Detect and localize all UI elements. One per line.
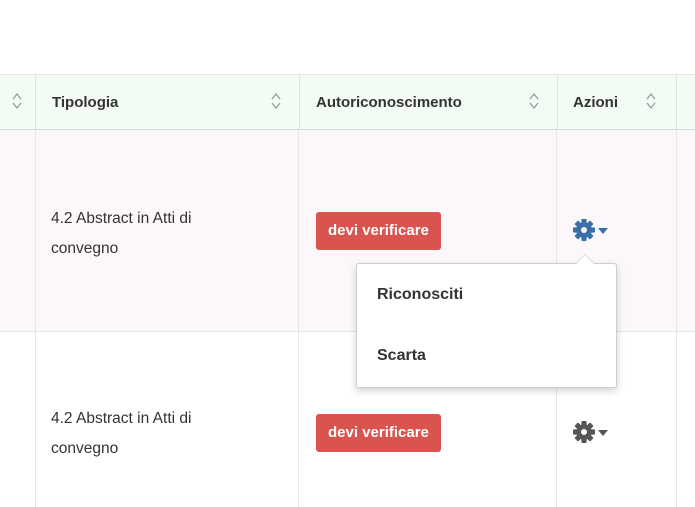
tipologia-line: 4.2 Abstract in Atti di: [51, 410, 192, 427]
tipologia-cell: 4.2 Abstract in Atti di convegno: [51, 204, 191, 264]
column-divider: [298, 130, 299, 331]
column-header-azioni[interactable]: Azioni: [557, 75, 677, 130]
chevron-down-icon: [598, 430, 608, 436]
column-divider: [676, 130, 677, 331]
tipologia-line: convegno: [51, 440, 119, 457]
actions-menu-button[interactable]: [572, 418, 618, 448]
column-header-previous[interactable]: [0, 75, 35, 130]
column-divider: [676, 332, 677, 507]
column-divider: [35, 332, 36, 507]
gear-icon: [573, 219, 595, 241]
column-header-label: Autoriconoscimento: [316, 94, 462, 111]
column-divider: [35, 130, 36, 331]
menu-item-riconosciti[interactable]: Riconosciti: [357, 273, 616, 317]
sort-icon[interactable]: [646, 91, 656, 111]
sort-icon[interactable]: [271, 91, 281, 111]
chevron-down-icon: [598, 228, 608, 234]
column-header-label: Tipologia: [52, 94, 119, 111]
dropdown-caret: [576, 255, 594, 264]
tipologia-cell: 4.2 Abstract in Atti di convegno: [51, 404, 191, 464]
status-badge: devi verificare: [316, 414, 441, 452]
column-divider: [298, 332, 299, 507]
column-header-tipologia[interactable]: Tipologia: [35, 75, 299, 130]
tipologia-line: convegno: [51, 240, 119, 257]
sort-icon[interactable]: [529, 91, 539, 111]
sort-icon[interactable]: [12, 91, 22, 111]
status-badge: devi verificare: [316, 212, 441, 250]
menu-item-scarta[interactable]: Scarta: [357, 334, 616, 378]
column-header-label: Azioni: [573, 94, 618, 111]
gear-icon: [573, 421, 595, 443]
tipologia-line: 4.2 Abstract in Atti di: [51, 210, 192, 227]
actions-dropdown-menu: Riconosciti Scarta: [356, 254, 617, 388]
column-header-autoriconoscimento[interactable]: Autoriconoscimento: [299, 75, 557, 130]
actions-menu-button[interactable]: [572, 216, 618, 246]
table-header: Tipologia Autoriconoscimento Azioni: [0, 74, 695, 130]
